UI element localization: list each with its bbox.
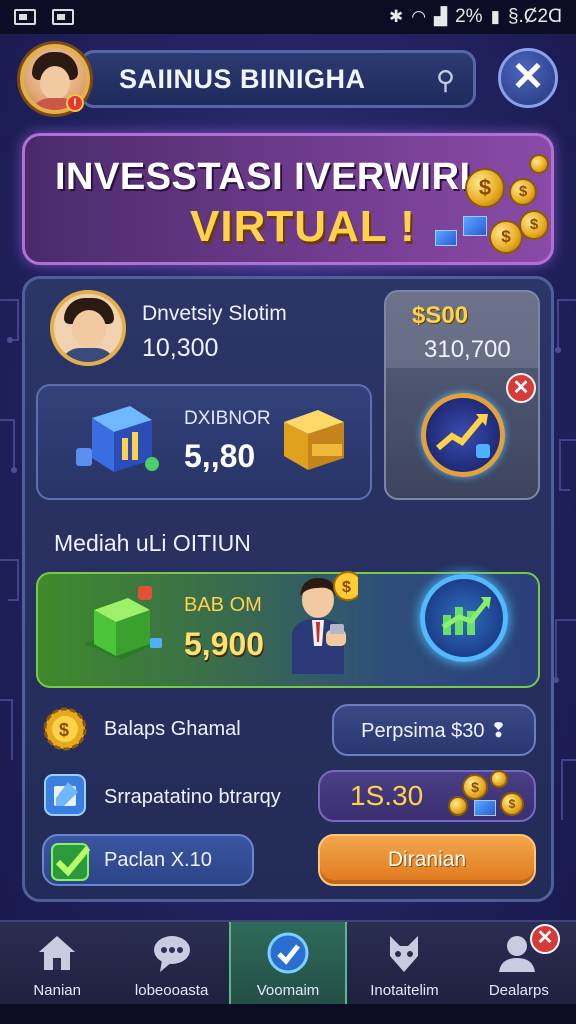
svg-text:$: $ (59, 720, 69, 740)
player-name-bar[interactable]: SAIINUS BIINIGHA ⚲ (80, 50, 476, 108)
pin-icon[interactable]: ⚲ (436, 65, 455, 96)
section-title: Mediah uLi OITIUN (54, 530, 251, 556)
profile-avatar[interactable] (50, 290, 126, 366)
price-label: $S00 (412, 302, 469, 329)
bottom-navigation: Nanian lobeooasta Voomaim Inotaitelim De… (0, 920, 576, 1004)
avatar-badge: ! (66, 94, 84, 112)
nav-label-home: Nanian (33, 982, 81, 999)
nav-item-main[interactable]: Voomaim (228, 922, 348, 1004)
nav-label-chat: lobeooasta (134, 982, 209, 999)
signal-icon: ▟ (434, 7, 448, 26)
nav-label-deals: Dealarps (488, 982, 549, 999)
balance-label: Balaps Ghamal (104, 718, 241, 740)
system-bar (0, 1004, 576, 1024)
document-pen-icon (44, 774, 86, 816)
promo-banner[interactable]: INVESSTASI IVERWIRI VIRTUAL ! $ $ $ $ (22, 133, 554, 265)
fox-icon (390, 936, 419, 972)
battery-icon: ▮ (490, 7, 500, 26)
nav-label-main: Voomaim (256, 982, 320, 999)
nav-item-home[interactable]: Nanian (0, 922, 114, 1004)
balance-button-label: Perpsima $30 ❢ (361, 719, 507, 742)
gold-bars-icon (284, 410, 344, 470)
nav-item-notifications[interactable]: Inotaitelim (347, 922, 461, 1004)
battery-percent: 2% (455, 6, 483, 27)
wifi-icon: ◠ (411, 7, 427, 26)
growth-chart-icon[interactable] (421, 393, 505, 477)
confirm-button[interactable]: Diranian (318, 834, 536, 886)
clock: §.Ȼ2Ɑ (507, 6, 562, 27)
close-button[interactable]: ✕ (498, 48, 558, 108)
banner-title: INVESSTASI IVERWIRI (55, 156, 471, 198)
gallery-icon (14, 9, 36, 25)
checkmark-icon (51, 843, 91, 881)
price-card-close-button[interactable]: ✕ (506, 373, 536, 403)
nav-item-chat[interactable]: lobeooasta (114, 922, 228, 1004)
nav-alert-badge[interactable]: ✕ (530, 924, 561, 954)
d-box-label: DXIBNOR (184, 408, 271, 429)
balance-button[interactable]: Perpsima $30 ❢ (332, 704, 536, 756)
svg-text:$: $ (342, 579, 351, 596)
featured-growth-icon[interactable] (420, 574, 508, 662)
featured-value: 5,900 (184, 626, 265, 662)
player-name: SAIINUS BIINIGHA (119, 63, 366, 94)
strategy-label: Srrapatatino btrarqy (104, 786, 281, 808)
status-bar: ✱ ◠ ▟ 2% ▮ §.Ȼ2Ɑ (0, 0, 576, 34)
server-cube-icon (76, 406, 159, 472)
profile-value: 10,300 (142, 334, 219, 362)
banner-subtitle: VIRTUAL ! (190, 202, 416, 251)
strategy-value: 1S.30 (350, 780, 424, 811)
nav-item-deals[interactable]: Dealarps ✕ (462, 922, 576, 1004)
gear-coin-icon: $ (43, 707, 87, 751)
nav-label-notifications: Inotaitelim (370, 982, 439, 999)
profile-name: Dnvetsiy Slotim (142, 302, 287, 325)
investor-character-icon: $ (292, 571, 358, 674)
chat-icon (153, 936, 190, 972)
home-icon (39, 936, 76, 970)
image-icon (52, 9, 74, 25)
mute-icon: ✱ (388, 7, 404, 26)
confirm-button-label: Diranian (387, 848, 467, 871)
d-box-value: 5,,80 (184, 438, 256, 474)
green-crate-icon (84, 586, 162, 660)
coins-pile-icon: $ $ $ $ (429, 150, 553, 260)
check-circle-icon (267, 932, 309, 974)
featured-label: BAB OM (184, 594, 262, 616)
price-value: 310,700 (424, 336, 511, 363)
coins-stack-icon: $ $ (446, 770, 532, 820)
plan-toggle-label: Paclan X.10 (104, 848, 212, 871)
